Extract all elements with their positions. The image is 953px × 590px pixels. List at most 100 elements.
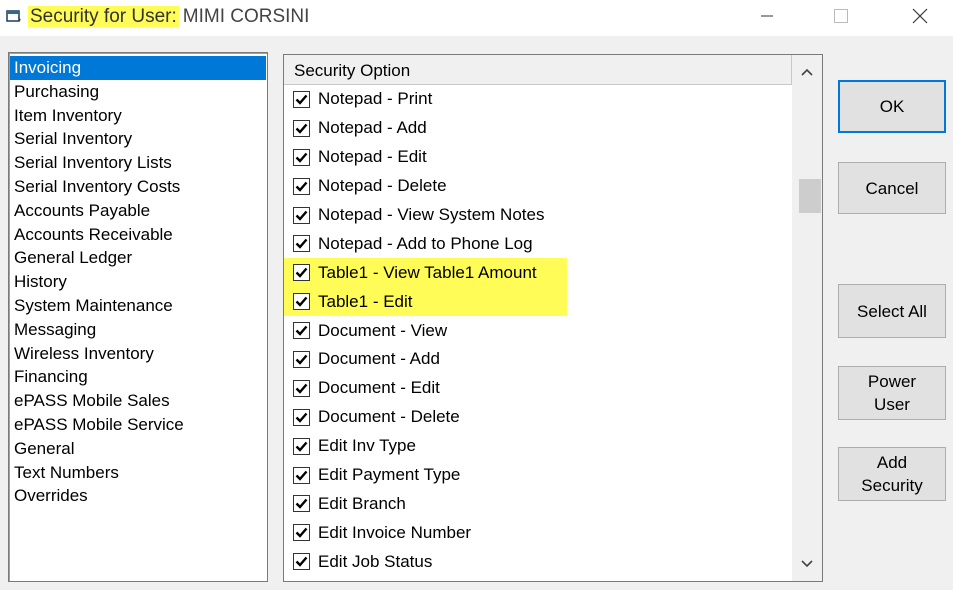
close-button[interactable] [897,0,943,32]
scroll-thumb[interactable] [799,179,821,213]
option-row: Document - Delete [284,403,792,432]
option-label: Notepad - Add to Phone Log [318,233,533,253]
category-item[interactable]: Serial Inventory Lists [9,151,267,175]
category-item[interactable]: Messaging [9,318,267,342]
check-icon [295,296,308,307]
check-icon [295,325,308,336]
category-list[interactable]: Invoicing Purchasing Item Inventory Serial … [8,52,268,582]
option-rows: Notepad - Print Notepad - Add Notepad - Ed… [284,85,792,576]
option-checkbox[interactable] [293,148,310,166]
security-option-grid[interactable]: Security Option Notepad - Print Notepad -… [283,54,823,582]
option-row: Notepad - Delete [284,172,792,201]
category-item[interactable]: Wireless Inventory [9,342,267,366]
option-label: Notepad - View System Notes [318,205,545,224]
option-checkbox[interactable] [293,553,310,571]
window-title: Security for User: MIMI CORSINI [28,6,309,28]
option-row: Table1 - Edit [284,287,567,317]
cancel-button[interactable]: Cancel [838,162,946,214]
check-icon [295,94,308,105]
category-item[interactable]: Financing [9,365,267,389]
option-row: Edit Branch [284,489,792,518]
option-label: Edit Branch [318,493,406,513]
title-user-name: MIMI CORSINI [182,6,310,27]
minimize-icon [761,15,773,17]
category-item[interactable]: General Ledger [9,246,267,270]
check-icon [295,383,308,394]
option-row: Table1 - View Table1 Amount [284,258,567,288]
check-icon [295,528,308,539]
category-item[interactable]: General [9,437,267,461]
option-row: Notepad - View System Notes [284,201,792,230]
add-security-label: Add Security [861,453,923,495]
option-row: Edit Invoice Number [284,518,792,547]
power-user-button[interactable]: Power User [838,366,946,420]
option-checkbox[interactable] [293,264,310,282]
option-label: Document - Edit [318,378,440,398]
scroll-down-button[interactable] [792,547,822,581]
category-item[interactable]: ePASS Mobile Sales [9,389,267,413]
option-row: Notepad - Add to Phone Log [284,229,792,258]
ok-button[interactable]: OK [838,80,946,133]
option-checkbox[interactable] [293,90,310,108]
option-checkbox[interactable] [293,408,310,426]
category-item[interactable]: Purchasing [9,80,267,104]
check-icon [295,354,308,365]
check-icon [295,210,308,221]
option-label: Notepad - Print [318,89,433,109]
option-row: Document - Add [284,345,792,374]
option-row: Edit Inv Type [284,432,792,461]
option-row: Notepad - Print [284,85,792,114]
category-item[interactable]: History [9,270,267,294]
title-prefix: Security for User: [28,6,179,27]
option-checkbox[interactable] [293,495,310,513]
ok-label: OK [879,97,905,116]
check-icon [295,412,308,423]
option-label: Table1 - View Table1 Amount [318,262,537,282]
option-row: Document - Edit [284,374,792,403]
maximize-icon [834,9,848,23]
option-label: Notepad - Edit [318,147,427,167]
category-item[interactable]: Serial Inventory [9,127,267,151]
category-item[interactable]: Text Numbers [9,461,267,485]
check-icon [295,239,308,250]
option-label: Document - Add [318,349,440,369]
select-all-button[interactable]: Select All [838,284,946,338]
select-all-label: Select All [857,301,927,321]
check-icon [295,152,308,163]
option-row: Edit Job Status [284,547,792,576]
cancel-label: Cancel [865,178,919,198]
option-checkbox[interactable] [293,206,310,224]
category-item[interactable]: Item Inventory [9,104,267,128]
power-user-label: Power User [867,372,917,414]
category-item[interactable]: Accounts Payable [9,199,267,223]
maximize-button[interactable] [818,0,864,32]
option-checkbox[interactable] [293,524,310,542]
scroll-up-button[interactable] [792,55,822,89]
minimize-button[interactable] [744,0,790,32]
option-checkbox[interactable] [293,293,310,311]
option-checkbox[interactable] [293,350,310,368]
add-security-button[interactable]: Add Security [838,447,946,501]
option-checkbox[interactable] [293,177,310,195]
option-checkbox[interactable] [293,119,310,137]
column-header-security-option[interactable]: Security Option [284,55,792,85]
option-checkbox[interactable] [293,437,310,455]
option-checkbox[interactable] [293,466,310,484]
chevron-down-icon [801,560,813,568]
option-checkbox[interactable] [293,322,310,340]
chevron-up-icon [801,68,813,76]
vertical-scrollbar[interactable] [792,55,822,581]
check-icon [295,470,308,481]
check-icon [295,556,308,567]
category-item[interactable]: Overrides [9,484,267,508]
option-checkbox[interactable] [293,235,310,253]
app-window-icon [6,10,21,22]
category-item[interactable]: Invoicing [10,56,266,80]
category-item[interactable]: System Maintenance [9,294,267,318]
option-checkbox[interactable] [293,379,310,397]
option-label: Notepad - Delete [318,176,447,196]
category-item[interactable]: ePASS Mobile Service [9,413,267,437]
category-item[interactable]: Serial Inventory Costs [9,175,267,199]
category-item[interactable]: Accounts Receivable [9,223,267,247]
option-label: Document - Delete [318,407,460,427]
